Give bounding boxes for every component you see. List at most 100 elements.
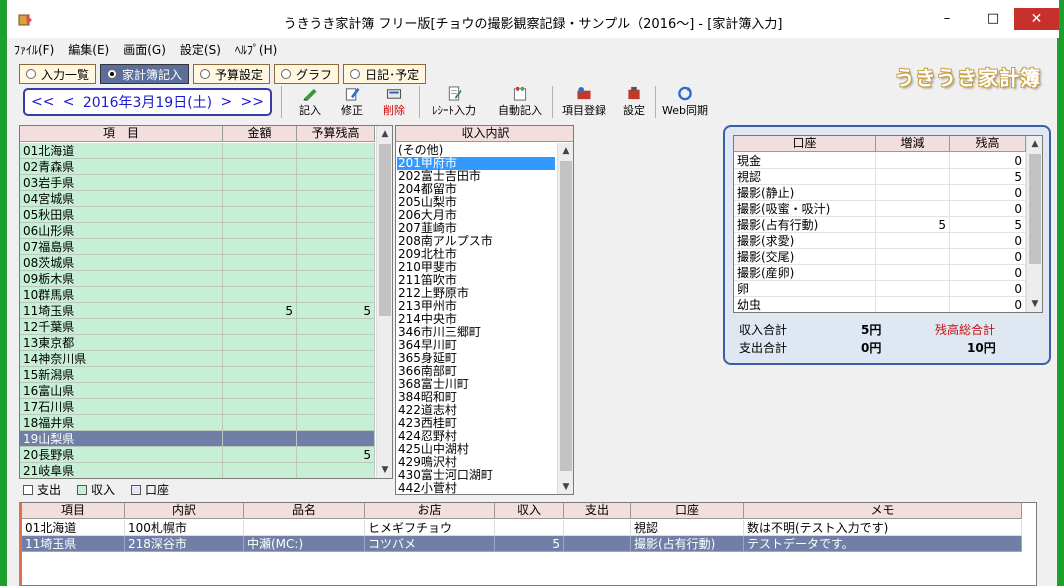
- menu-file[interactable]: ﾌｧｲﾙ(F): [7, 40, 61, 60]
- entry-row[interactable]: 11埼玉県 218深谷市 中瀬(MC:) コツバメ 5 撮影(占有行動) テストデータです。: [22, 536, 1022, 552]
- column-header[interactable]: 残高: [950, 136, 1026, 152]
- menu-help[interactable]: ﾍﾙﾌﾟ(H): [228, 40, 284, 60]
- account-row[interactable]: 幼虫 0: [734, 297, 1026, 312]
- prev-month-button[interactable]: <<: [31, 94, 54, 110]
- table-row[interactable]: 02青森県: [20, 159, 375, 175]
- scroll-thumb[interactable]: [560, 161, 572, 471]
- entry-button[interactable]: 記入: [295, 86, 325, 118]
- scroll-up-icon[interactable]: ▲: [377, 126, 392, 142]
- table-row[interactable]: 06山形県: [20, 223, 375, 239]
- prev-day-button[interactable]: <: [63, 94, 75, 110]
- table-row[interactable]: 04宮城県: [20, 191, 375, 207]
- balance-cell: 0: [950, 265, 1026, 281]
- maximize-button[interactable]: □: [979, 8, 1007, 30]
- table-row[interactable]: 18福井県: [20, 415, 375, 431]
- table-row[interactable]: 10群馬県: [20, 287, 375, 303]
- item-register-button[interactable]: 項目登録: [558, 86, 610, 118]
- breakdown-header: 収入内訳: [396, 126, 573, 142]
- account-row[interactable]: 現金 0: [734, 153, 1026, 169]
- column-header[interactable]: 口座: [734, 136, 876, 152]
- tab-label: 家計簿記入: [122, 67, 183, 82]
- table-row[interactable]: 21岐阜県: [20, 463, 375, 478]
- column-header[interactable]: 項目: [22, 503, 125, 519]
- close-button[interactable]: ✕: [1014, 8, 1059, 30]
- scroll-up-icon[interactable]: ▲: [1027, 136, 1042, 152]
- next-month-button[interactable]: >>: [241, 94, 264, 110]
- change-cell: [876, 201, 950, 217]
- amount-cell: [223, 415, 297, 431]
- minimize-button[interactable]: –: [933, 8, 961, 30]
- amount-cell: [223, 383, 297, 399]
- table-row[interactable]: 03岩手県: [20, 175, 375, 191]
- column-header[interactable]: 内訳: [125, 503, 244, 519]
- table-row[interactable]: 09栃木県: [20, 271, 375, 287]
- scroll-down-icon[interactable]: ▼: [377, 462, 392, 478]
- scroll-down-icon[interactable]: ▼: [558, 479, 573, 494]
- table-row[interactable]: 08茨城県: [20, 255, 375, 271]
- balance-cell: 0: [950, 185, 1026, 201]
- change-cell: [876, 233, 950, 249]
- tab-entry[interactable]: 家計簿記入: [100, 64, 190, 84]
- account-name-cell: 撮影(吸蜜・吸汁): [734, 201, 876, 217]
- settings-button[interactable]: 設定: [619, 86, 649, 118]
- account-row[interactable]: 撮影(吸蜜・吸汁) 0: [734, 201, 1026, 217]
- column-header[interactable]: 品名: [244, 503, 365, 519]
- balance-cell: 0: [950, 201, 1026, 217]
- tab-diary[interactable]: 日記･予定: [343, 64, 427, 84]
- next-day-button[interactable]: >: [220, 94, 232, 110]
- table-row[interactable]: 07福島県: [20, 239, 375, 255]
- table-row[interactable]: 14神奈川県: [20, 351, 375, 367]
- account-row[interactable]: 撮影(求愛) 0: [734, 233, 1026, 249]
- table-row[interactable]: 13東京都: [20, 335, 375, 351]
- item-name-cell: 15新潟県: [20, 367, 223, 383]
- delete-button[interactable]: 削除: [379, 86, 409, 118]
- table-row[interactable]: 01北海道: [20, 143, 375, 159]
- account-swatch: [131, 484, 142, 495]
- column-header[interactable]: 収入: [495, 503, 564, 519]
- table-row[interactable]: 19山梨県: [20, 431, 375, 447]
- receipt-input-button[interactable]: ﾚｼｰﾄ入力: [425, 86, 483, 118]
- tab-budget[interactable]: 予算設定: [193, 64, 271, 84]
- table-row[interactable]: 11埼玉県 5 5: [20, 303, 375, 319]
- auto-entry-button[interactable]: 自動記入: [493, 86, 547, 118]
- account-row[interactable]: 撮影(静止) 0: [734, 185, 1026, 201]
- table-row[interactable]: 20長野県 5: [20, 447, 375, 463]
- column-header[interactable]: お店: [365, 503, 495, 519]
- column-header[interactable]: 支出: [564, 503, 631, 519]
- budget-balance-cell: [297, 463, 375, 478]
- account-row[interactable]: 撮影(交尾) 0: [734, 249, 1026, 265]
- table-row[interactable]: 15新潟県: [20, 367, 375, 383]
- column-header[interactable]: メモ: [744, 503, 1022, 519]
- account-row[interactable]: 卵0: [734, 281, 1026, 297]
- column-header[interactable]: 口座: [631, 503, 744, 519]
- table-row[interactable]: 12千葉県: [20, 319, 375, 335]
- entry-row[interactable]: 01北海道 100札幌市 ヒメギフチョウ 視認 数は不明(テスト入力です): [22, 520, 1022, 536]
- scroll-thumb[interactable]: [379, 144, 391, 316]
- accounts-scrollbar[interactable]: ▲ ▼: [1026, 136, 1042, 312]
- tab-graph[interactable]: グラフ: [274, 64, 340, 84]
- account-row[interactable]: 視認 5: [734, 169, 1026, 185]
- menu-view[interactable]: 画面(G): [116, 40, 173, 60]
- table-row[interactable]: 17石川県: [20, 399, 375, 415]
- items-scrollbar[interactable]: ▲ ▼: [376, 126, 392, 478]
- web-sync-button[interactable]: Web同期: [661, 86, 709, 118]
- scroll-down-icon[interactable]: ▼: [1027, 296, 1042, 312]
- scroll-up-icon[interactable]: ▲: [558, 143, 573, 159]
- scroll-thumb[interactable]: [1029, 154, 1041, 264]
- budget-balance-cell: 5: [297, 447, 375, 463]
- column-header[interactable]: 増減: [876, 136, 950, 152]
- entry-cell: 100札幌市: [125, 520, 244, 536]
- column-header[interactable]: 項 目: [20, 126, 223, 142]
- column-header[interactable]: 予算残高: [297, 126, 375, 142]
- account-row[interactable]: 撮影(産卵) 0: [734, 265, 1026, 281]
- account-row[interactable]: 撮影(占有行動) 5 5: [734, 217, 1026, 233]
- menu-edit[interactable]: 編集(E): [61, 40, 116, 60]
- table-row[interactable]: 16富山県: [20, 383, 375, 399]
- menu-settings[interactable]: 設定(S): [173, 40, 228, 60]
- column-header[interactable]: 金額: [223, 126, 297, 142]
- breakdown-scrollbar[interactable]: ▲ ▼: [557, 143, 573, 494]
- edit-button[interactable]: 修正: [337, 86, 367, 118]
- current-date[interactable]: 2016年3月19日(土): [83, 92, 212, 112]
- tab-input-list[interactable]: 入力一覧: [19, 64, 97, 84]
- table-row[interactable]: 05秋田県: [20, 207, 375, 223]
